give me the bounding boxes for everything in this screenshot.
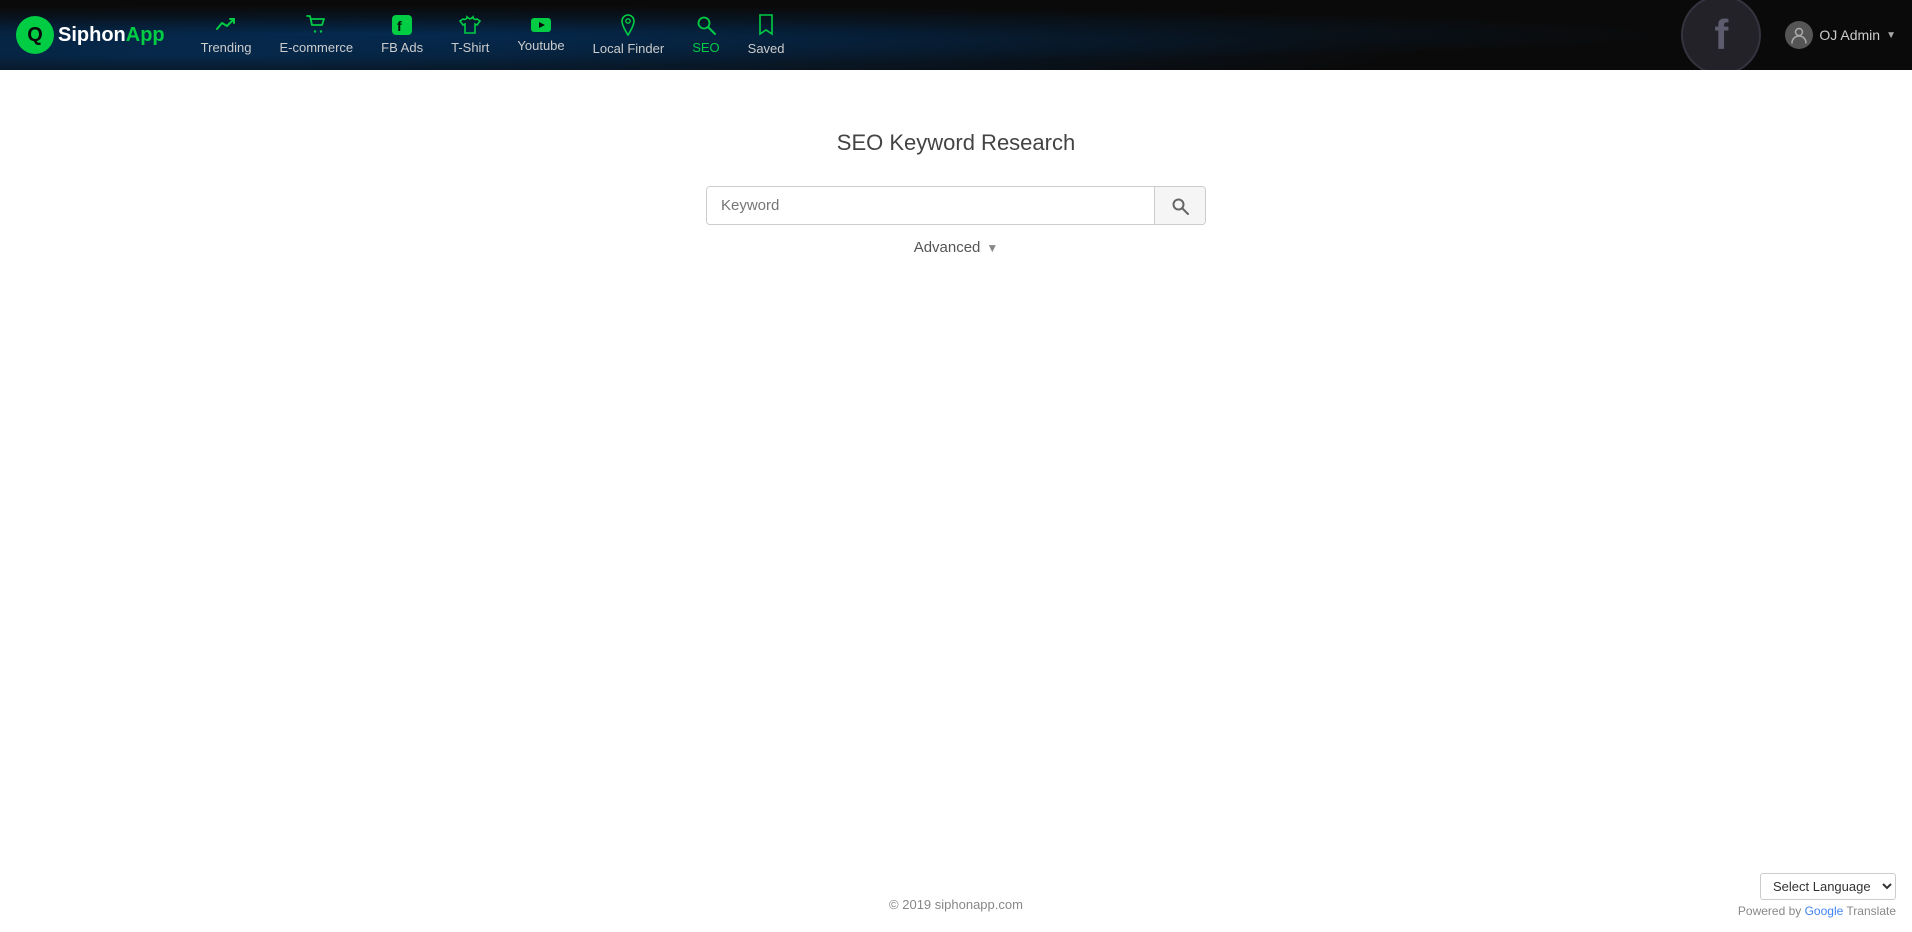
tshirt-icon xyxy=(459,15,481,38)
page-title: SEO Keyword Research xyxy=(837,130,1075,156)
nav-label-youtube: Youtube xyxy=(517,38,564,53)
sidebar-item-tshirt[interactable]: T-Shirt xyxy=(439,9,501,61)
nav-items: Trending E-commerce f FB Ads xyxy=(189,8,1682,62)
user-dropdown-caret: ▼ xyxy=(1886,30,1896,41)
sidebar-item-youtube[interactable]: Youtube xyxy=(505,11,576,59)
nav-label-ecommerce: E-commerce xyxy=(279,40,353,55)
search-button-icon xyxy=(1171,197,1189,215)
logo-siphon: Siphon xyxy=(58,24,126,46)
logo-icon xyxy=(16,16,54,54)
user-menu[interactable]: OJ Admin ▼ xyxy=(1785,21,1896,49)
footer-bottom: Select Language Powered by Google Transl… xyxy=(1738,873,1896,918)
logo-text: SiphonApp xyxy=(58,24,165,47)
logo[interactable]: SiphonApp xyxy=(16,16,165,54)
saved-icon xyxy=(758,14,774,39)
sidebar-item-local-finder[interactable]: Local Finder xyxy=(581,8,677,62)
user-avatar-icon xyxy=(1785,21,1813,49)
svg-text:f: f xyxy=(397,18,402,34)
advanced-caret-icon: ▼ xyxy=(986,241,998,255)
user-name: OJ Admin xyxy=(1819,27,1880,43)
footer-copyright: © 2019 siphonapp.com xyxy=(889,897,1023,912)
translate-text: Translate xyxy=(1846,904,1896,918)
navbar: SiphonApp Trending E-commerce xyxy=(0,0,1912,70)
sidebar-item-saved[interactable]: Saved xyxy=(736,8,797,62)
nav-label-tshirt: T-Shirt xyxy=(451,40,489,55)
fb-circle-decoration: f xyxy=(1681,0,1761,70)
search-container xyxy=(706,186,1206,225)
seo-icon xyxy=(696,15,716,38)
fb-ads-icon: f xyxy=(392,15,412,38)
sidebar-item-trending[interactable]: Trending xyxy=(189,9,264,61)
advanced-dropdown[interactable]: Advanced ▼ xyxy=(914,239,999,256)
nav-label-fb-ads: FB Ads xyxy=(381,40,423,55)
powered-by-text: Powered by Google Translate xyxy=(1738,904,1896,918)
logo-app: App xyxy=(126,24,165,46)
nav-label-local-finder: Local Finder xyxy=(593,41,665,56)
sidebar-item-fb-ads[interactable]: f FB Ads xyxy=(369,9,435,61)
sidebar-item-ecommerce[interactable]: E-commerce xyxy=(267,9,365,61)
powered-text: Powered by xyxy=(1738,904,1805,918)
advanced-label: Advanced xyxy=(914,239,981,256)
language-select[interactable]: Select Language xyxy=(1760,873,1896,900)
nav-label-trending: Trending xyxy=(201,40,252,55)
keyword-search-input[interactable] xyxy=(707,187,1154,224)
local-finder-icon xyxy=(620,14,636,39)
main-content: SEO Keyword Research Advanced ▼ xyxy=(0,70,1912,877)
footer: © 2019 siphonapp.com xyxy=(0,877,1912,932)
google-text: Google xyxy=(1805,904,1844,918)
trending-icon xyxy=(216,15,236,38)
ecommerce-icon xyxy=(306,15,326,38)
youtube-icon xyxy=(530,17,552,36)
nav-label-seo: SEO xyxy=(692,40,719,55)
search-button[interactable] xyxy=(1154,187,1205,224)
nav-label-saved: Saved xyxy=(748,41,785,56)
sidebar-item-seo[interactable]: SEO xyxy=(680,9,731,61)
